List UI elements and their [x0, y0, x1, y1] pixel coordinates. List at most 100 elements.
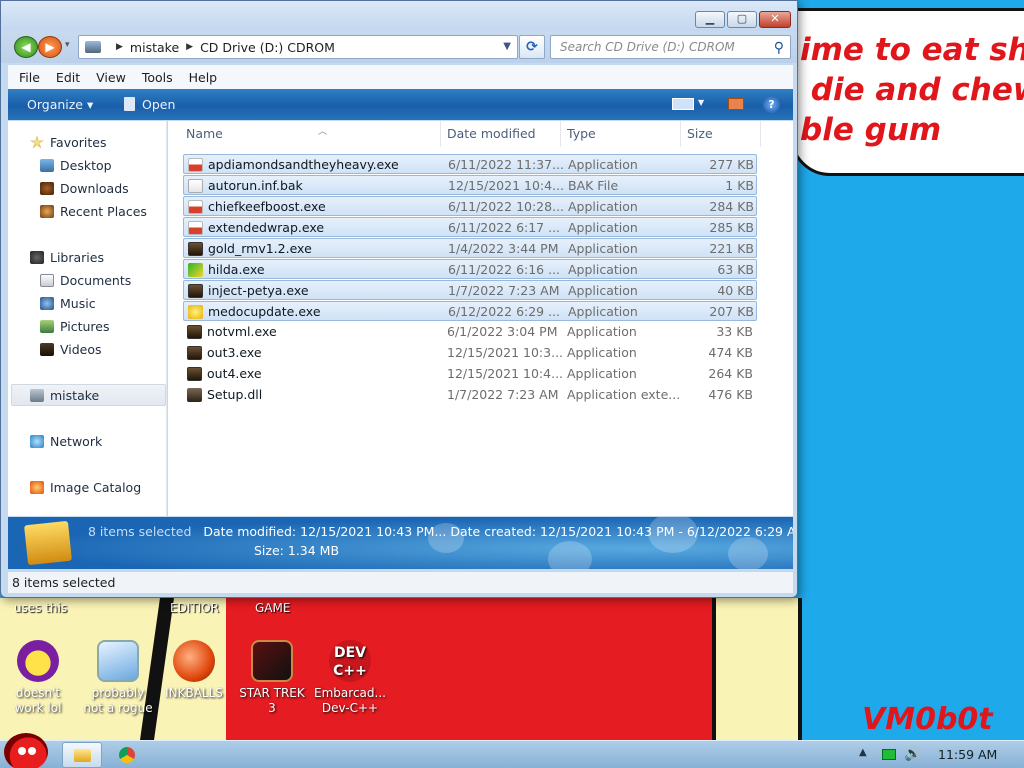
breadcrumb-cd-drive[interactable]: CD Drive (D:) CDROM	[200, 40, 335, 55]
nav-downloads[interactable]: Downloads	[40, 178, 129, 198]
taskbar-chrome-icon[interactable]	[113, 742, 141, 768]
menu-edit[interactable]: Edit	[56, 70, 80, 85]
file-size: 474 KB	[708, 345, 753, 360]
file-date-modified: 1/7/2022 7:23 AM	[447, 387, 559, 402]
column-header-date-modified[interactable]: Date modified	[441, 121, 561, 147]
file-row[interactable]: medocupdate.exe 6/12/2022 6:29 ... Applica…	[183, 301, 757, 321]
nav-libraries[interactable]: Libraries	[30, 247, 104, 267]
maximize-button[interactable]: ▢	[727, 11, 757, 28]
file-row[interactable]: Setup.dll 1/7/2022 7:23 AM Application ext…	[183, 385, 757, 405]
file-type: Application	[568, 199, 638, 214]
close-button[interactable]: ✕	[759, 11, 791, 28]
column-header-size[interactable]: Size	[681, 121, 761, 147]
file-row[interactable]: extendedwrap.exe 6/11/2022 6:17 ... Applic…	[183, 217, 757, 237]
network-icon	[30, 434, 44, 448]
organize-button[interactable]: Organize ▾	[27, 97, 93, 112]
file-type: Application	[568, 220, 638, 235]
desktop-icon-label: Embarcad... Dev-C++	[314, 686, 386, 715]
nav-desktop[interactable]: Desktop	[40, 155, 112, 175]
breadcrumb-separator-icon[interactable]: ▶	[186, 42, 193, 52]
search-icon[interactable]: ⚲	[774, 37, 784, 59]
show-hidden-icons-icon[interactable]: ▲	[859, 747, 867, 758]
desktop-icon-label: INKBALLS	[165, 686, 223, 700]
back-button[interactable]: ◀	[14, 36, 38, 58]
column-header-name[interactable]: Name ︿	[180, 121, 441, 147]
window-titlebar[interactable]: ▁ ▢ ✕	[1, 1, 797, 31]
column-header-type[interactable]: Type	[561, 121, 681, 147]
forward-button[interactable]: ▶	[38, 36, 62, 58]
volume-icon[interactable]: 🔊	[904, 746, 921, 762]
view-dropdown-icon[interactable]: ▼	[698, 98, 704, 107]
nav-pictures[interactable]: Pictures	[40, 316, 110, 336]
open-button[interactable]: Open	[124, 97, 175, 112]
breadcrumb-separator-icon[interactable]: ▶	[116, 42, 123, 52]
nav-label: Music	[60, 295, 96, 311]
menu-view[interactable]: View	[96, 70, 126, 85]
menu-tools[interactable]: Tools	[142, 70, 173, 85]
open-file-icon	[124, 97, 135, 111]
nav-network[interactable]: Network	[30, 431, 102, 451]
file-row[interactable]: chiefkeefboost.exe 6/11/2022 10:28... Appl…	[183, 196, 757, 216]
file-name: notvml.exe	[207, 324, 277, 339]
preview-pane-icon[interactable]	[728, 98, 744, 110]
file-row[interactable]: apdiamondsandtheyheavy.exe 6/11/2022 11:3…	[183, 154, 757, 174]
file-name: gold_rmv1.2.exe	[208, 241, 312, 256]
file-size: 264 KB	[708, 366, 753, 381]
address-dropdown-icon[interactable]: ▼	[503, 41, 511, 52]
nav-recent-places[interactable]: Recent Places	[40, 201, 147, 221]
search-input[interactable]: Search CD Drive (D:) CDROM ⚲	[550, 35, 791, 59]
file-date-modified: 1/7/2022 7:23 AM	[448, 283, 560, 298]
nav-label: Recent Places	[60, 203, 147, 219]
file-row[interactable]: out3.exe 12/15/2021 10:3... Application 474…	[183, 343, 757, 363]
nav-image-catalog[interactable]: Image Catalog	[30, 477, 141, 497]
status-bar: 8 items selected	[8, 571, 793, 593]
file-size: 63 KB	[717, 262, 754, 277]
clock[interactable]: 11:59 AM	[938, 747, 997, 762]
desktop-icon-star-trek-3[interactable]: STAR TREK 3	[234, 640, 310, 716]
nav-favorites[interactable]: Favorites	[30, 132, 106, 152]
change-view-icon[interactable]	[672, 98, 694, 110]
file-date-modified: 6/11/2022 10:28...	[448, 199, 565, 214]
file-row[interactable]: gold_rmv1.2.exe 1/4/2022 3:44 PM Applicati…	[183, 238, 757, 258]
menu-file[interactable]: File	[19, 70, 40, 85]
wallpaper-label-uses-this: uses this	[14, 601, 68, 615]
file-type: BAK File	[568, 178, 619, 193]
network-status-icon[interactable]	[882, 749, 896, 760]
navigation-pane: Favorites Desktop Downloads Recent Place…	[8, 121, 167, 516]
desktop-icon-yahoo[interactable]: doesn't work lol	[0, 640, 76, 716]
taskbar-explorer-button[interactable]	[62, 742, 102, 768]
file-row[interactable]: autorun.inf.bak 12/15/2021 10:4... BAK Fil…	[183, 175, 757, 195]
desktop-icon-dev-cpp[interactable]: DEV C++ Embarcad... Dev-C++	[312, 640, 388, 716]
nav-documents[interactable]: Documents	[40, 270, 131, 290]
nav-label: Pictures	[60, 318, 110, 334]
wallpaper-panel-right	[712, 598, 802, 740]
menu-bar: File Edit View Tools Help	[8, 65, 793, 89]
start-button-icon[interactable]	[4, 733, 48, 768]
desktop-icon-inkballs[interactable]: INKBALLS	[156, 640, 232, 701]
nav-music[interactable]: Music	[40, 293, 96, 313]
file-name: hilda.exe	[208, 262, 265, 277]
nav-label: Libraries	[50, 249, 104, 265]
desktop-icon-probably-not-a-rogue[interactable]: probably not a rogue	[80, 640, 156, 716]
nav-label: Downloads	[60, 180, 129, 196]
details-size-value: 1.34 MB	[287, 543, 340, 558]
search-placeholder: Search CD Drive (D:) CDROM	[560, 40, 735, 54]
breadcrumb-computer[interactable]: mistake	[130, 40, 179, 55]
recent-pages-dropdown-icon[interactable]: ▾	[65, 40, 70, 50]
file-date-modified: 12/15/2021 10:4...	[448, 178, 565, 193]
refresh-button[interactable]: ⟳	[519, 35, 545, 59]
file-type: Application	[568, 262, 638, 277]
menu-help[interactable]: Help	[189, 70, 218, 85]
file-row[interactable]: out4.exe 12/15/2021 10:4... Application 264…	[183, 364, 757, 384]
nav-videos[interactable]: Videos	[40, 339, 102, 359]
minimize-button[interactable]: ▁	[695, 11, 725, 28]
details-decoration	[728, 537, 768, 569]
file-row[interactable]: notvml.exe 6/1/2022 3:04 PM Application 33 …	[183, 322, 757, 342]
file-date-modified: 6/12/2022 6:29 ...	[448, 304, 561, 319]
file-date-modified: 12/15/2021 10:3...	[447, 345, 564, 360]
file-row[interactable]: hilda.exe 6/11/2022 6:16 ... Application 63…	[183, 259, 757, 279]
nav-computer[interactable]: mistake	[30, 385, 99, 405]
help-icon[interactable]: ?	[763, 96, 780, 113]
address-bar[interactable]: ▶ mistake ▶ CD Drive (D:) CDROM ▼	[78, 35, 518, 59]
file-row[interactable]: inject-petya.exe 1/7/2022 7:23 AM Applicat…	[183, 280, 757, 300]
